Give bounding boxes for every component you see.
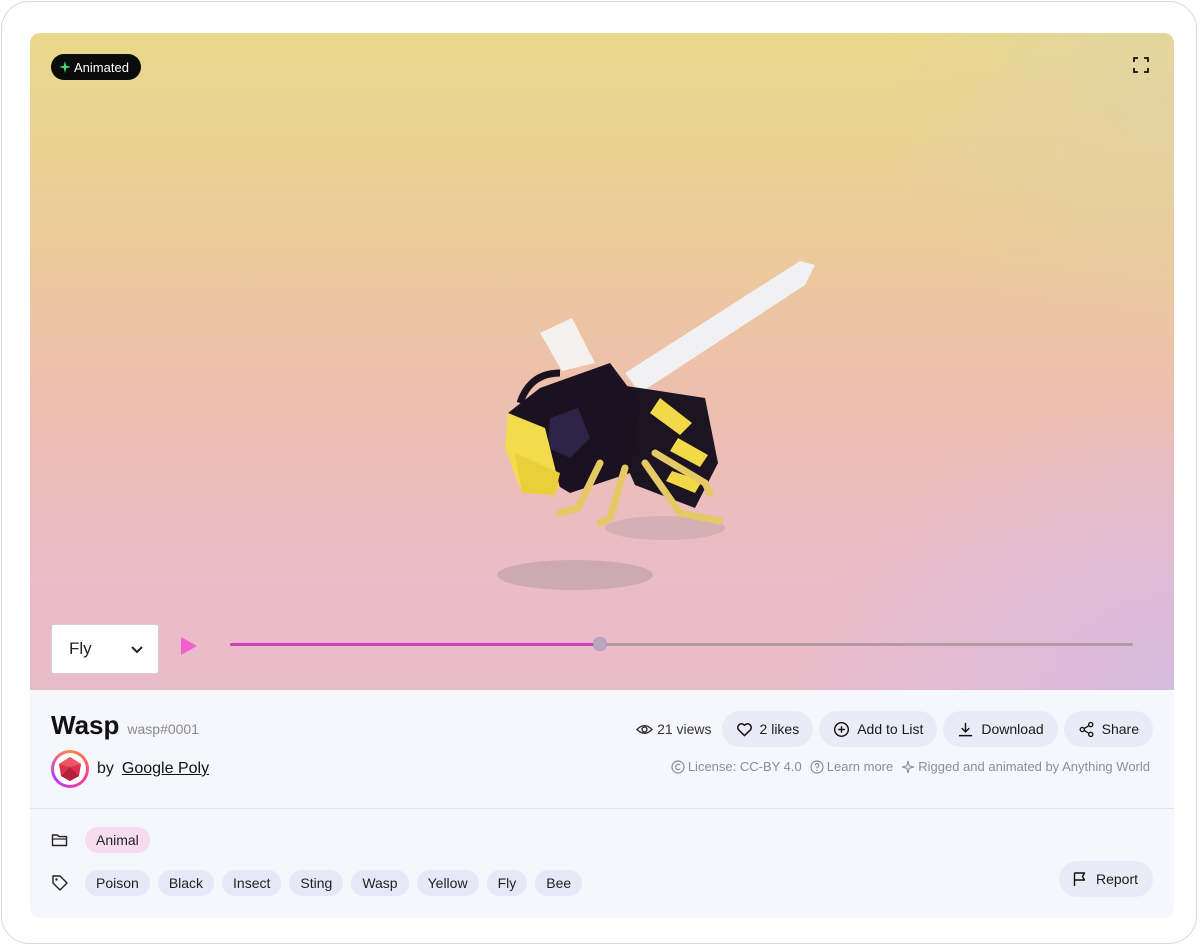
tag-chip[interactable]: Poison (85, 870, 150, 896)
eye-icon (636, 724, 654, 734)
gem-icon (59, 757, 81, 781)
license-label: License: CC-BY 4.0 (687, 759, 802, 774)
share-button[interactable]: Share (1063, 711, 1153, 747)
license-meta: License: CC-BY 4.0 Learn more Rigged and… (671, 759, 1150, 774)
author-row: by Google Poly (51, 750, 209, 788)
animation-select[interactable]: Fly (51, 624, 159, 674)
play-icon[interactable] (180, 636, 198, 656)
download-button[interactable]: Download (943, 711, 1058, 747)
tag-chip[interactable]: Sting (289, 870, 344, 896)
plus-circle-icon (834, 721, 850, 737)
tag-chip[interactable]: Black (157, 870, 215, 896)
report-button[interactable]: Report (1058, 861, 1153, 897)
animation-timeline[interactable] (230, 637, 1133, 651)
tag-chip[interactable]: Insect (222, 870, 282, 896)
rigged-by-label: Rigged and animated by Anything World (918, 759, 1150, 774)
views-label: 21 views (657, 721, 712, 737)
animated-badge-label: Animated (74, 59, 129, 75)
folder-icon (51, 834, 68, 847)
model-id: wasp#0001 (127, 721, 200, 737)
tag-chip[interactable]: Yellow (416, 870, 479, 896)
timeline-scrubber[interactable] (593, 637, 608, 651)
window-frame: Animated Fly Wasp wasp#0001 by Google Po… (1, 1, 1197, 944)
download-button-label: Download (981, 721, 1044, 737)
rigged-by-info: Rigged and animated by Anything World (901, 759, 1150, 774)
views-count: 21 views (636, 721, 712, 738)
animated-badge: Animated (51, 54, 141, 80)
license-info: License: CC-BY 4.0 (671, 759, 802, 774)
wasp-3d-model[interactable] (460, 223, 840, 603)
author-link[interactable]: Google Poly (122, 760, 209, 778)
model-viewer[interactable]: Animated Fly (30, 33, 1174, 690)
category-chip[interactable]: Animal (85, 827, 150, 853)
share-button-label: Share (1101, 721, 1139, 737)
add-to-list-button[interactable]: Add to List (819, 711, 938, 747)
flag-icon (1073, 872, 1086, 886)
copyright-icon (671, 759, 685, 774)
sparkle-outline-icon (902, 760, 915, 773)
add-to-list-label: Add to List (857, 721, 924, 737)
help-circle-icon (810, 759, 824, 774)
chevron-down-icon (131, 646, 143, 654)
tag-chip[interactable]: Wasp (351, 870, 409, 896)
sparkle-icon (59, 61, 71, 73)
author-prefix: by (97, 760, 114, 777)
model-card: Animated Fly Wasp wasp#0001 by Google Po… (30, 33, 1174, 918)
learn-more-label: Learn more (826, 759, 894, 774)
avatar[interactable] (51, 750, 89, 788)
report-button-label: Report (1095, 871, 1138, 887)
section-divider (30, 808, 1174, 809)
share-icon (1079, 721, 1094, 737)
download-icon (959, 722, 973, 736)
fullscreen-icon[interactable] (1132, 56, 1150, 74)
heart-icon (736, 722, 752, 736)
tag-chip[interactable]: Fly (486, 870, 528, 896)
tag-list: Poison Black Insect Sting Wasp Yellow Fly Bee (85, 870, 583, 896)
tag-chip[interactable]: Bee (535, 870, 583, 896)
learn-more-link[interactable]: Learn more (810, 759, 893, 774)
tag-icon (52, 875, 68, 891)
model-title: Wasp (51, 710, 120, 740)
model-title-row: Wasp wasp#0001 (51, 710, 199, 741)
action-bar: 21 views 2 likes Add to List Download Sh… (636, 711, 1153, 747)
like-button-label: 2 likes (759, 721, 800, 737)
like-button[interactable]: 2 likes (721, 711, 814, 747)
animation-select-value: Fly (69, 639, 92, 658)
timeline-progress (230, 643, 601, 646)
